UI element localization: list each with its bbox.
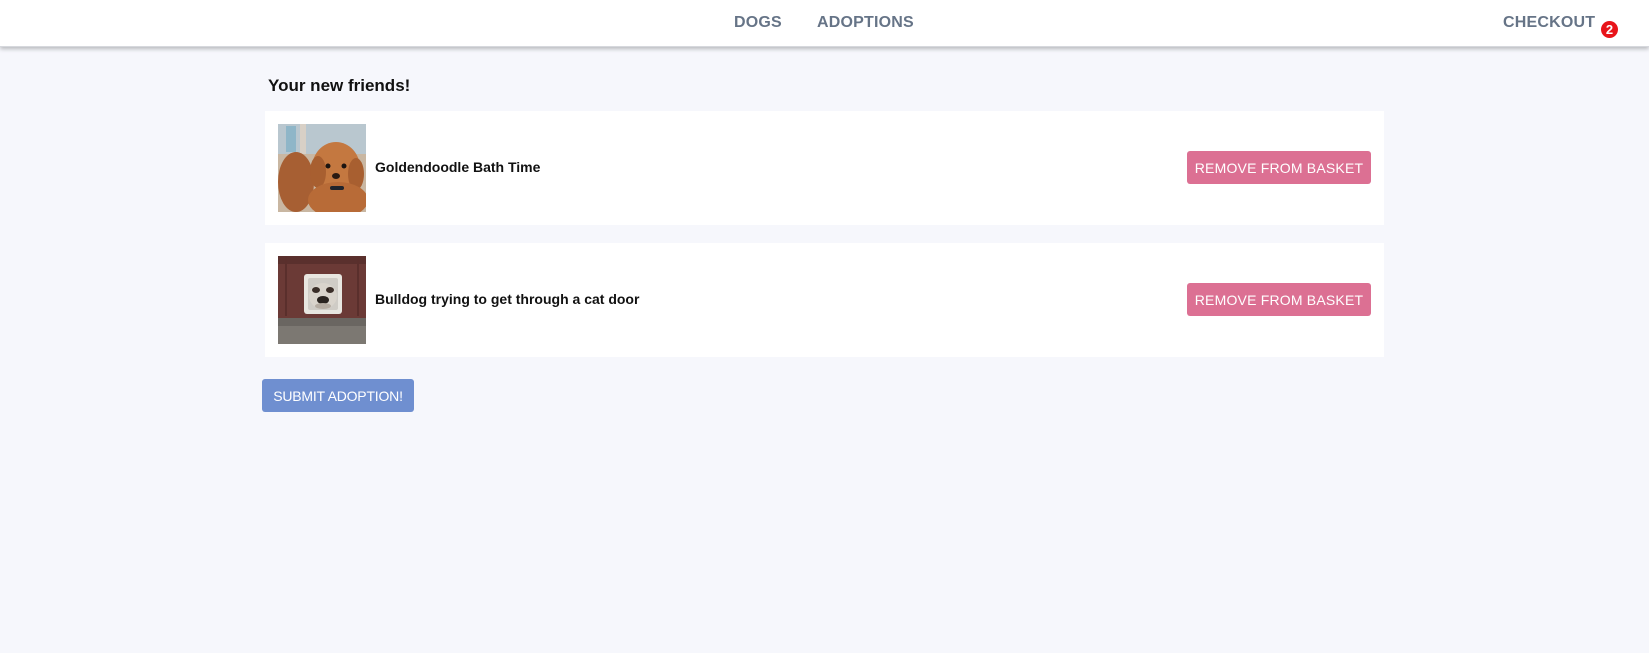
page-heading: Your new friends! [268, 76, 411, 95]
remove-from-basket-button[interactable]: REMOVE FROM BASKET [1187, 283, 1371, 316]
nav-adoptions-link[interactable]: ADOPTIONS [817, 14, 914, 32]
nav-checkout-link[interactable]: CHECKOUT [1503, 14, 1595, 32]
nav-dogs-link[interactable]: DOGS [734, 14, 782, 32]
goldendoodle-photo [278, 124, 366, 212]
top-navbar: DOGS ADOPTIONS CHECKOUT 2 [0, 0, 1649, 47]
basket-item: Bulldog trying to get through a cat door… [265, 243, 1384, 357]
item-title: Goldendoodle Bath Time [375, 159, 541, 175]
remove-from-basket-button[interactable]: REMOVE FROM BASKET [1187, 151, 1371, 184]
item-title: Bulldog trying to get through a cat door [375, 291, 640, 307]
basket-item: Goldendoodle Bath Time REMOVE FROM BASKE… [265, 111, 1384, 225]
checkout-count-badge: 2 [1601, 21, 1618, 38]
bulldog-photo [278, 256, 366, 344]
main-content: Your new friends! Goldendoodle Bath Time… [0, 47, 1649, 653]
submit-adoption-button[interactable]: SUBMIT ADOPTION! [262, 379, 414, 412]
